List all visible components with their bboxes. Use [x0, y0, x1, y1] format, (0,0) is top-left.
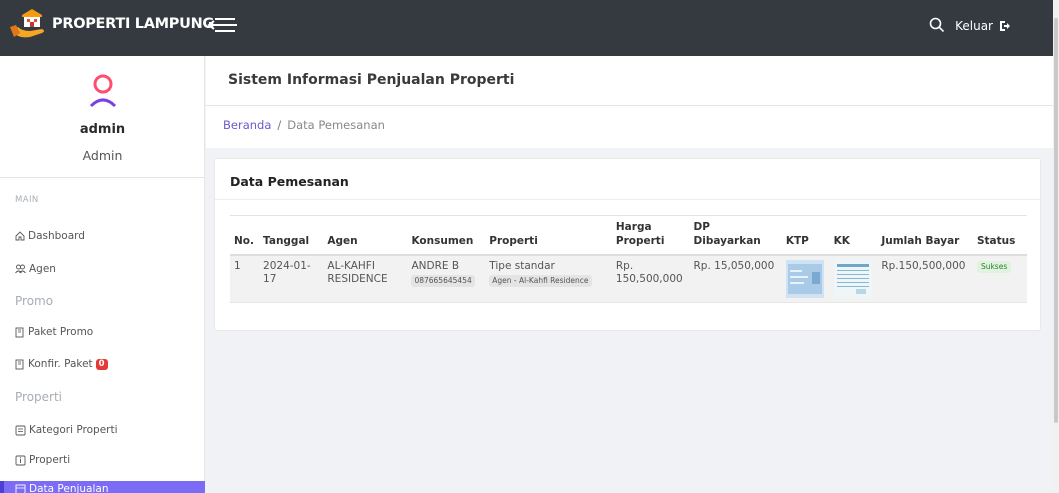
- cell-properti: Tipe standar Agen - Al-Kahfi Residence: [485, 255, 612, 303]
- table-header-row: No. Tanggal Agen Konsumen Properti Harga…: [230, 215, 1027, 256]
- column-header: KK: [829, 215, 878, 256]
- konsumen-phone-badge: 087665645454: [411, 275, 475, 287]
- sidebar-item-label: Properti: [29, 454, 71, 466]
- column-header: No.: [230, 215, 260, 256]
- breadcrumb-home-link[interactable]: Beranda: [223, 118, 271, 132]
- sidebar-item-dashboard[interactable]: Dashboard: [15, 230, 85, 242]
- cell-tanggal: 2024-01-17: [259, 255, 324, 303]
- konfir-count-badge: 0: [95, 358, 108, 370]
- top-navbar: PROPERTI LAMPUNG Keluar: [0, 0, 1053, 56]
- cell-konsumen: ANDRE B 087665645454: [407, 255, 486, 303]
- sidebar-item-konfir-paket[interactable]: Konfir. Paket 0: [15, 358, 108, 370]
- sidebar-item-label: Paket Promo: [28, 326, 94, 338]
- breadcrumb: Beranda / Data Pemesanan: [223, 118, 385, 132]
- sidebar-toggle-icon[interactable]: [207, 14, 241, 36]
- logout-button[interactable]: Keluar: [955, 19, 1011, 33]
- card-title: Data Pemesanan: [230, 174, 349, 189]
- page-header: Sistem Informasi Penjualan Properti Bera…: [206, 56, 1053, 148]
- user-avatar-icon: [88, 74, 118, 108]
- brand[interactable]: PROPERTI LAMPUNG: [8, 9, 214, 39]
- brand-title: PROPERTI LAMPUNG: [52, 16, 215, 32]
- sidebar-item-label: Agen: [29, 263, 56, 275]
- column-header: Status: [972, 215, 1027, 256]
- column-header: Harga Properti: [611, 215, 690, 256]
- cell-status: Sukses: [972, 255, 1027, 303]
- sidebar-item-agen[interactable]: Agen: [15, 263, 56, 275]
- user-name: admin: [79, 122, 126, 137]
- breadcrumb-separator: /: [277, 118, 282, 132]
- sidebar-item-kategori-properti[interactable]: Kategori Properti: [15, 424, 118, 436]
- document-icon: [15, 327, 24, 337]
- document-icon: [15, 359, 24, 369]
- cell-harga: Rp. 150,500,000: [611, 255, 690, 303]
- user-role: Admin: [82, 148, 123, 163]
- column-header: Jumlah Bayar: [877, 215, 973, 256]
- sidebar-item-label: Data Penjualan: [29, 483, 109, 493]
- properti-agent-badge: Agen - Al-Kahfi Residence: [489, 275, 592, 287]
- column-header: DP Dibayarkan: [689, 215, 782, 256]
- logout-icon: [1000, 21, 1010, 31]
- status-badge: Sukses: [976, 261, 1012, 273]
- column-header: KTP: [781, 215, 830, 256]
- sidebar-item-label: Konfir. Paket: [28, 358, 93, 370]
- sidebar-item-paket-promo[interactable]: Paket Promo: [15, 326, 93, 338]
- column-header: Properti: [485, 215, 612, 256]
- orders-card: Data Pemesanan No. Tanggal Agen Konsumen…: [214, 158, 1041, 331]
- cell-kk: [829, 255, 878, 303]
- section-main: MAIN: [15, 195, 39, 205]
- column-header: Konsumen: [407, 215, 486, 256]
- breadcrumb-current: Data Pemesanan: [287, 118, 385, 132]
- info-icon: [15, 455, 26, 465]
- search-icon[interactable]: [929, 17, 947, 35]
- home-icon: [15, 231, 25, 241]
- orders-table: No. Tanggal Agen Konsumen Properti Harga…: [230, 215, 1027, 303]
- cell-jumlah: Rp.150,500,000: [877, 255, 973, 303]
- cell-dp: Rp. 15,050,000: [689, 255, 782, 303]
- cell-no: 1: [230, 255, 260, 303]
- cell-ktp: [781, 255, 830, 303]
- ktp-thumbnail[interactable]: [785, 260, 824, 298]
- properti-name: Tipe standar: [489, 260, 555, 272]
- column-header: Agen: [323, 215, 408, 256]
- table-row: 1 2024-01-17 AL-KAHFI RESIDENCE ANDRE B …: [230, 255, 1027, 303]
- sidebar: admin Admin MAIN Dashboard Agen Promo Pa…: [0, 56, 205, 493]
- sidebar-item-label: Kategori Properti: [29, 424, 118, 436]
- section-properti: Properti: [15, 390, 63, 404]
- sidebar-item-properti[interactable]: Properti: [15, 454, 70, 466]
- page-scrollbar[interactable]: [1053, 0, 1059, 493]
- list-icon: [15, 425, 26, 435]
- sidebar-item-data-penjualan[interactable]: Data Penjualan: [0, 481, 205, 493]
- page-title: Sistem Informasi Penjualan Properti: [228, 72, 515, 88]
- column-header: Tanggal: [259, 215, 324, 256]
- users-icon: [15, 264, 26, 274]
- table-icon: [15, 484, 26, 493]
- section-promo: Promo: [15, 294, 54, 308]
- sidebar-item-label: Dashboard: [28, 230, 85, 242]
- logout-label: Keluar: [955, 19, 993, 33]
- cell-agen: AL-KAHFI RESIDENCE: [323, 255, 408, 303]
- user-profile: admin Admin: [0, 56, 205, 178]
- konsumen-name: ANDRE B: [411, 260, 460, 272]
- house-hand-logo-icon: [8, 9, 48, 39]
- kk-thumbnail[interactable]: [833, 260, 872, 298]
